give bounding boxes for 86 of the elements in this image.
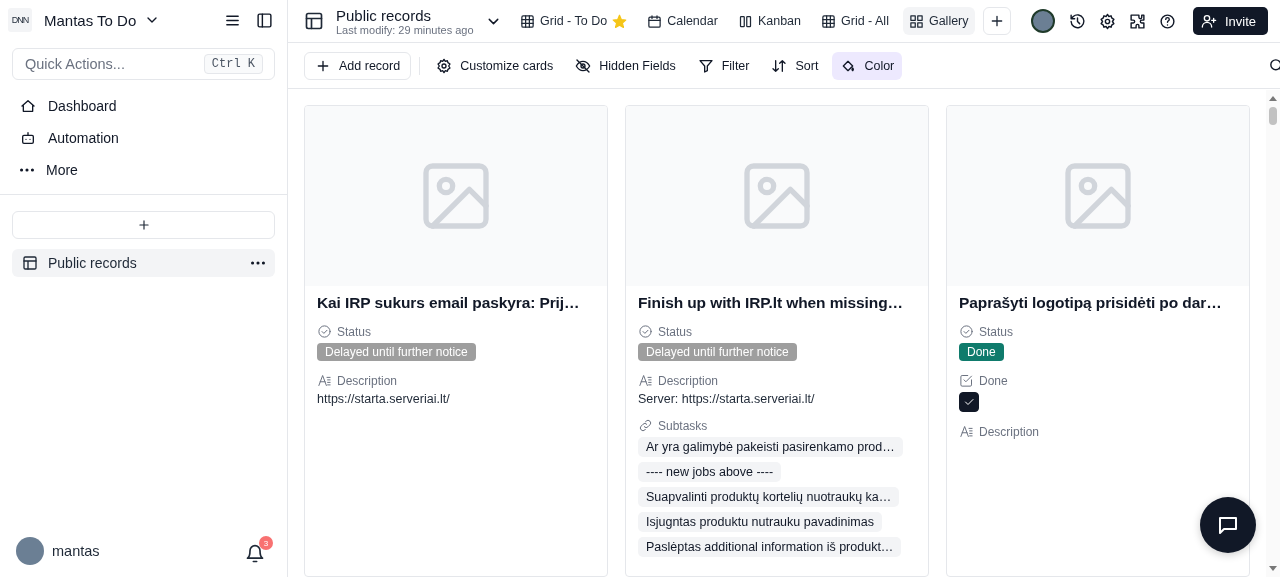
filter-icon [697,57,714,74]
linked-record[interactable]: ---- new jobs above ---- [638,462,782,482]
status-tag: Done [959,343,1004,361]
field-label: Status [658,324,693,339]
add-view-button[interactable] [982,7,1011,35]
view-tab[interactable]: Gallery [902,7,975,35]
user-avatar [1030,9,1055,33]
workspace-logo: DNN [8,8,32,32]
toolbar-button[interactable]: Filter [689,51,758,80]
linked-record[interactable]: Paslėptas additional information iš produkt… [638,537,902,557]
nav-item[interactable]: Dashboard [12,90,275,122]
settings-icon [1099,12,1117,30]
nav-item[interactable]: More [12,154,275,186]
field-label: Done [979,373,1008,388]
toolbar-button[interactable]: Color [832,51,903,80]
gallery-icon [908,13,924,29]
text-icon [959,424,974,439]
check-circle-icon [317,324,332,339]
view-tab[interactable]: Grid - To Do [514,7,634,35]
workspace-switcher[interactable]: Mantas To Do [38,11,213,29]
field-label: Subtasks [658,418,708,433]
text-icon [317,373,332,388]
robot-icon [20,130,36,146]
user-plus-icon [1200,13,1217,29]
toolbar-button[interactable]: Hidden Fields [567,51,684,80]
link-icon [638,418,653,433]
field-label: Status [337,324,372,339]
text-icon [638,373,653,388]
notification-count: 3 [259,536,273,550]
status-tag: Delayed until further notice [638,343,797,361]
record-card[interactable]: Kai IRP sukurs email paskyra: Prij… Status Delayed until further notice Description https://starta.serveriai.lt/ [304,105,608,577]
checkbox-icon [959,373,974,388]
chat-button[interactable] [1200,497,1256,553]
invite-button[interactable]: Invite [1192,7,1268,35]
table-name[interactable]: Public records [48,255,237,271]
toolbar-button[interactable]: Add record [304,51,412,80]
record-card[interactable]: Paprašyti logotipą prisidėti po dar… Status Done Done Description [946,105,1250,577]
table-icon [22,255,38,271]
sidebar-icon [255,11,273,29]
settings-icon [436,57,453,74]
last-modified-text: Last modify: 29 minutes ago [336,23,475,36]
status-tag: Delayed until further notice [317,343,476,361]
history-icon [1069,12,1087,30]
view-tab[interactable]: Grid - All [815,7,895,35]
field-label: Description [979,424,1040,439]
sort-icon [771,57,788,74]
linked-record[interactable]: Isjugntas produktu nutrauku pavadinimas [638,512,882,532]
toolbar-button[interactable]: Sort [763,51,827,80]
plus-icon [136,218,151,232]
record-card[interactable] [625,105,929,577]
puzzle-icon [1129,12,1147,30]
columns-icon [737,13,753,29]
user-avatar [16,537,44,565]
check-icon [963,396,975,408]
toolbar-button[interactable]: Customize cards [428,51,562,80]
card-title: Paprašyti logotipą prisidėti po dar… [959,294,1223,312]
nav-item[interactable]: Automation [12,122,275,154]
check-circle-icon [638,324,653,339]
grid-icon [520,13,535,29]
field-label: Status [979,324,1014,339]
more-icon [251,261,265,265]
scrollbar[interactable] [1266,90,1280,577]
eye-off-icon [575,57,592,74]
table-icon [304,11,324,31]
checkbox[interactable] [959,392,979,412]
field-label: Description [337,373,398,388]
table-item[interactable]: Public records [12,249,275,277]
check-circle-icon [959,324,974,339]
house-icon [20,98,36,114]
linked-record[interactable]: Ar yra galimybė pakeisti pasirenkamo prod… [638,437,903,457]
linked-record[interactable]: Suapvalinti produktų kortelių nuotraukų ka… [638,487,900,507]
card-title: Finish up with IRP.lt when missing… [638,294,904,312]
bell-icon [245,544,265,564]
description-text: https://starta.serveriai.lt/ [317,392,451,406]
grid-icon [821,13,836,29]
user-name: mantas [52,543,101,559]
card-title: Kai IRP sukurs email paskyra: Prij… [317,294,581,312]
field-label: Description [658,373,719,388]
help-icon [1159,12,1177,30]
more-icon [20,168,34,172]
keyboard-shortcut: Ctrl K [203,54,263,74]
description-text: Server: https://starta.serveriai.lt/ [638,392,816,406]
view-tab[interactable]: Calendar [641,7,724,35]
calendar-icon [647,13,663,29]
view-tab[interactable]: Kanban [731,7,807,35]
table-title: Public records [336,6,433,24]
